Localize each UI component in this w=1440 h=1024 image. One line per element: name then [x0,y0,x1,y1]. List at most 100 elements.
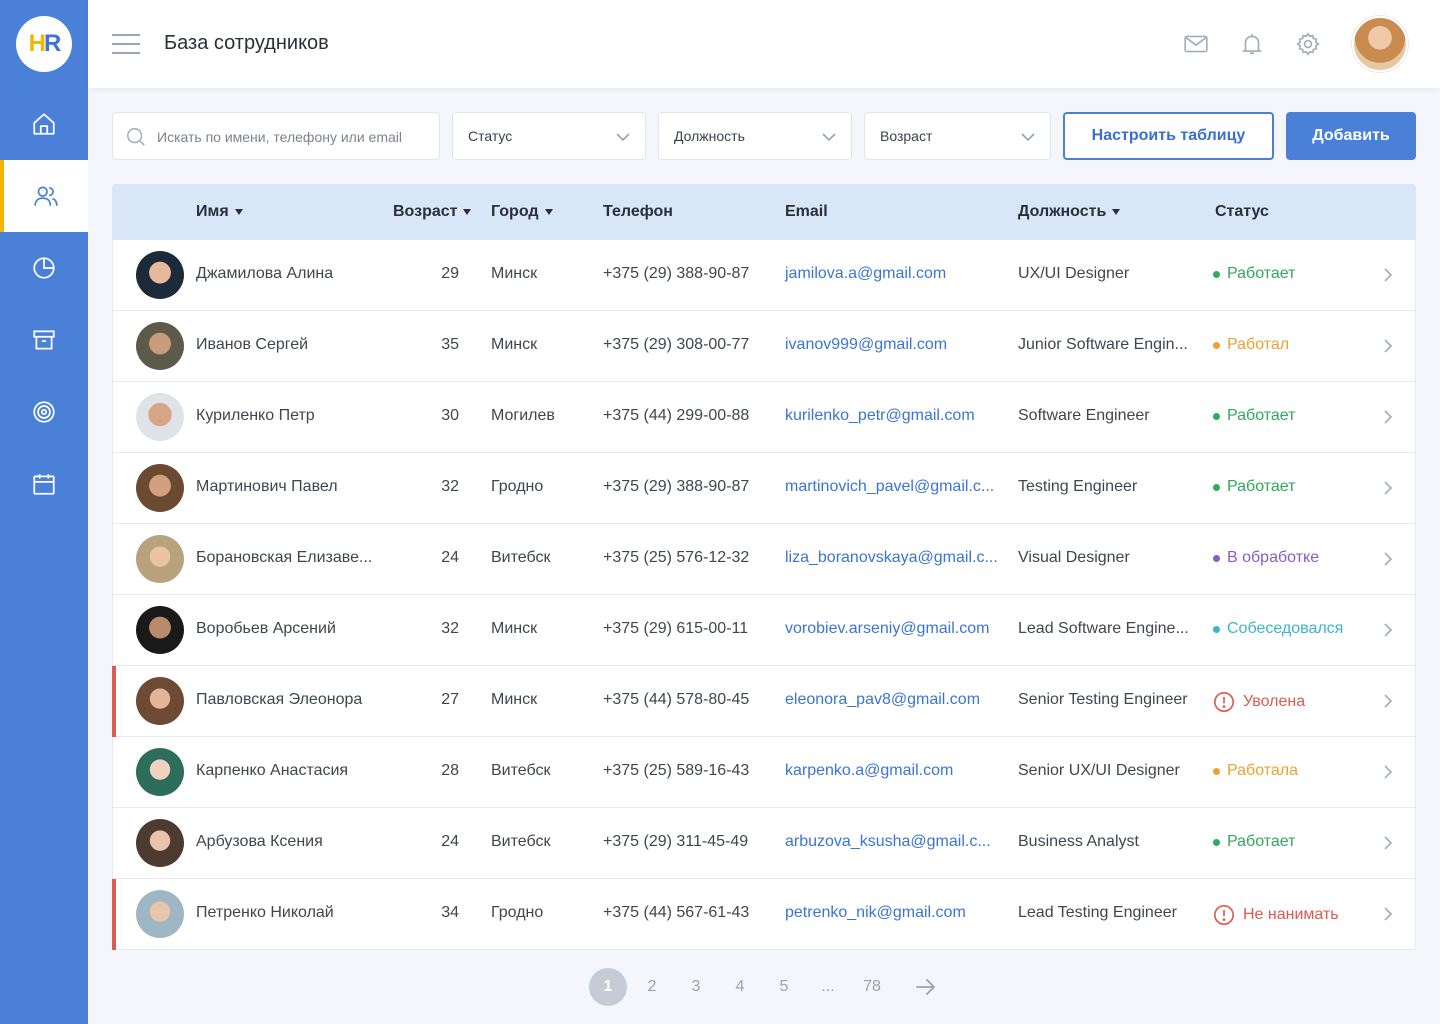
avatar [136,677,184,725]
table-row[interactable]: Павловская Элеонора 27 Минск +375 (44) 5… [112,666,1416,737]
table-row[interactable]: Джамилова Алина 29 Минск +375 (29) 388-9… [112,240,1416,311]
employee-email-link[interactable]: jamilova.a@gmail.com [785,265,946,283]
employee-email-link[interactable]: liza_boranovskaya@gmail.c... [785,549,998,567]
age-filter[interactable]: Возраст [864,112,1051,160]
employee-city: Гродно [491,904,544,921]
employee-name[interactable]: Воробьев Арсений [196,620,336,638]
status-dot-icon [1213,412,1220,420]
employee-email-link[interactable]: karpenko.a@gmail.com [785,762,953,780]
status-filter[interactable]: Статус [452,112,646,160]
column-header-email: Email [785,203,828,221]
column-header-age[interactable]: Возраст [393,203,472,221]
page-button[interactable]: 3 [677,968,715,1006]
chevron-right-icon[interactable] [1383,693,1393,709]
employee-city: Минск [491,265,538,282]
table-row[interactable]: Борановская Елизаве... 24 Витебск +375 (… [112,524,1416,595]
page-button[interactable]: 4 [721,968,759,1006]
status-badge: Работала [1213,762,1298,780]
chevron-right-icon[interactable] [1383,764,1393,780]
employee-name[interactable]: Куриленко Петр [196,407,315,425]
avatar [136,819,184,867]
user-avatar[interactable] [1352,16,1408,72]
column-header-name[interactable]: Имя [196,203,243,221]
sidebar-item-archive[interactable] [0,304,88,376]
sidebar-item-analytics[interactable] [0,232,88,304]
avatar [136,890,184,938]
chevron-right-icon[interactable] [1383,622,1393,638]
table-row[interactable]: Куриленко Петр 30 Могилев +375 (44) 299-… [112,382,1416,453]
employee-city: Витебск [491,549,551,566]
chevron-right-icon[interactable] [1383,338,1393,354]
app-logo[interactable]: HR [16,16,72,72]
chevron-right-icon[interactable] [1383,835,1393,851]
employee-position: Visual Designer [1018,549,1130,566]
sidebar-item-calendar[interactable] [0,448,88,520]
alert-circle-icon [1214,692,1234,712]
configure-table-button[interactable]: Настроить таблицу [1063,112,1274,160]
employee-email-link[interactable]: vorobiev.arseniy@gmail.com [785,620,989,638]
mail-icon[interactable] [1183,31,1209,57]
status-badge: Не нанимать [1213,904,1339,926]
menu-icon[interactable] [112,34,140,54]
page-button[interactable]: 78 [853,968,891,1006]
employee-email-link[interactable]: petrenko_nik@gmail.com [785,904,966,922]
employee-name[interactable]: Петренко Николай [196,904,334,922]
table-body: Джамилова Алина 29 Минск +375 (29) 388-9… [112,240,1416,950]
page-button[interactable]: 1 [589,968,627,1006]
employee-city: Витебск [491,833,551,850]
employee-name[interactable]: Арбузова Ксения [196,833,323,851]
status-dot-icon [1213,270,1220,278]
sidebar-item-employees[interactable] [0,160,88,232]
status-badge: Работает [1213,407,1296,425]
employee-name[interactable]: Мартинович Павел [196,478,338,496]
table-row[interactable]: Мартинович Павел 32 Гродно +375 (29) 388… [112,453,1416,524]
column-header-label: Возраст [393,203,458,220]
column-header-position[interactable]: Должность [1018,203,1121,221]
sort-caret-icon [234,209,243,215]
page-button[interactable]: 5 [765,968,803,1006]
table-row[interactable]: Иванов Сергей 35 Минск +375 (29) 308-00-… [112,311,1416,382]
sidebar-item-goals[interactable] [0,376,88,448]
arrow-right-icon[interactable] [914,977,938,997]
chevron-right-icon[interactable] [1383,409,1393,425]
employee-email-link[interactable]: eleonora_pav8@gmail.com [785,691,980,709]
employee-city: Могилев [491,407,555,424]
bell-icon[interactable] [1239,31,1265,57]
column-header-phone: Телефон [603,203,673,221]
employee-email-link[interactable]: ivanov999@gmail.com [785,336,947,354]
employee-name[interactable]: Борановская Елизаве... [196,549,372,567]
position-filter[interactable]: Должность [658,112,852,160]
employee-phone: +375 (25) 576-12-32 [603,549,750,566]
employee-name[interactable]: Карпенко Анастасия [196,762,348,780]
employee-email-link[interactable]: martinovich_pavel@gmail.c... [785,478,994,496]
employee-city: Минск [491,336,538,353]
status-badge: Работает [1213,833,1296,851]
table-row[interactable]: Арбузова Ксения 24 Витебск +375 (29) 311… [112,808,1416,879]
table-row[interactable]: Карпенко Анастасия 28 Витебск +375 (25) … [112,737,1416,808]
page-button[interactable]: 2 [633,968,671,1006]
column-header-city[interactable]: Город [491,203,553,221]
employee-city: Минск [491,620,538,637]
chevron-right-icon[interactable] [1383,267,1393,283]
status-label: Работал [1227,336,1290,353]
employee-name[interactable]: Павловская Элеонора [196,691,362,709]
sidebar-item-home[interactable] [0,88,88,160]
employee-phone: +375 (29) 388-90-87 [603,265,750,282]
gear-icon[interactable] [1295,31,1321,57]
pagination: 1 2 3 4 5... 78 [0,968,1440,1006]
status-badge: Уволена [1213,691,1305,713]
search-input[interactable] [157,125,427,149]
chevron-down-icon [822,133,836,142]
add-employee-button[interactable]: Добавить [1286,112,1416,160]
employee-name[interactable]: Джамилова Алина [196,265,333,283]
employee-name[interactable]: Иванов Сергей [196,336,308,354]
chevron-right-icon[interactable] [1383,551,1393,567]
table-row[interactable]: Петренко Николай 34 Гродно +375 (44) 567… [112,879,1416,950]
status-dot-icon [1213,554,1220,562]
chevron-right-icon[interactable] [1383,906,1393,922]
table-row[interactable]: Воробьев Арсений 32 Минск +375 (29) 615-… [112,595,1416,666]
employee-email-link[interactable]: kurilenko_petr@gmail.com [785,407,975,425]
employee-age: 27 [441,691,459,708]
chevron-right-icon[interactable] [1383,480,1393,496]
employee-email-link[interactable]: arbuzova_ksusha@gmail.c... [785,833,991,851]
